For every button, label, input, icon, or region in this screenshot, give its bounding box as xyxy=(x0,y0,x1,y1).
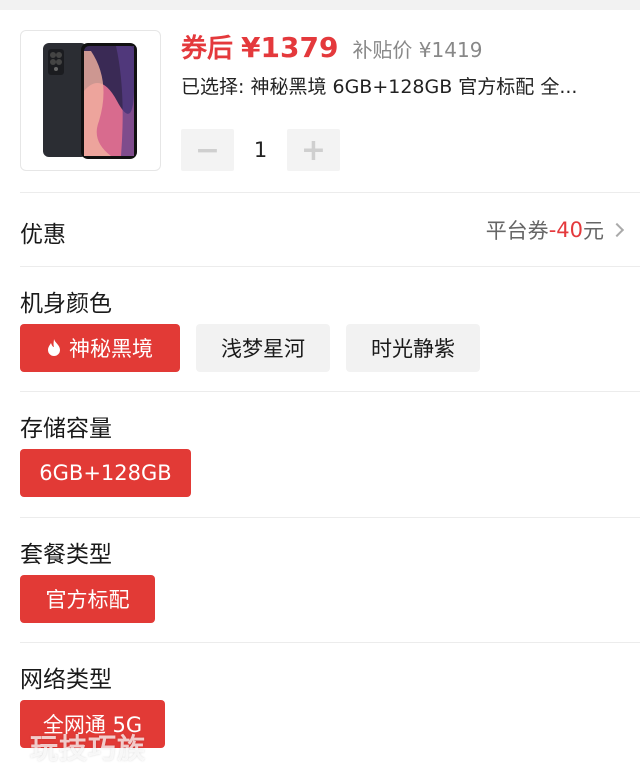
package-options: 官方标配 xyxy=(20,575,155,623)
package-section: 套餐类型 官方标配 xyxy=(0,517,640,642)
promo-row[interactable]: 优惠 平台券 -40 元 xyxy=(0,193,640,265)
color-option-black[interactable]: 神秘黑境 xyxy=(20,324,180,372)
package-option-label: 官方标配 xyxy=(45,588,130,612)
color-option-label: 浅梦星河 xyxy=(221,337,305,361)
product-summary: 券后 ¥1379 补贴价 ¥1419 已选择: 神秘黑境 6GB+128GB 官… xyxy=(0,10,640,192)
storage-section: 存储容量 6GB+128GB xyxy=(0,391,640,516)
product-thumbnail xyxy=(20,30,161,171)
coupon-price: ¥1379 xyxy=(241,31,339,64)
color-section: 机身颜色 神秘黑境 浅梦星河 时光静紫 xyxy=(0,266,640,391)
price-row: 券后 ¥1379 补贴价 ¥1419 xyxy=(181,28,483,64)
quantity-value[interactable]: 1 xyxy=(234,138,287,162)
top-strip xyxy=(0,0,640,10)
color-option-label: 神秘黑境 xyxy=(69,337,153,361)
storage-option-label: 6GB+128GB xyxy=(39,461,172,485)
package-option-standard[interactable]: 官方标配 xyxy=(20,575,155,623)
color-options: 神秘黑境 浅梦星河 时光静紫 xyxy=(20,324,480,372)
package-section-title: 套餐类型 xyxy=(20,542,112,568)
color-option-starry[interactable]: 浅梦星河 xyxy=(196,324,330,372)
watermark: 玩技巧族 xyxy=(30,732,147,765)
minus-icon: − xyxy=(194,132,221,168)
color-option-label: 时光静紫 xyxy=(371,337,455,361)
storage-section-title: 存储容量 xyxy=(20,416,112,442)
flame-icon xyxy=(48,339,60,356)
selected-spec: 已选择: 神秘黑境 6GB+128GB 官方标配 全... xyxy=(181,76,578,98)
plus-icon: + xyxy=(300,132,327,168)
storage-options: 6GB+128GB xyxy=(20,449,191,497)
quantity-stepper: − 1 + xyxy=(181,129,340,171)
subsidy-price: 补贴价 ¥1419 xyxy=(352,38,483,62)
coupon-info[interactable]: 平台券 -40 元 xyxy=(485,215,625,245)
promo-label: 优惠 xyxy=(20,222,66,248)
chevron-right-icon xyxy=(609,222,625,238)
decrement-button[interactable]: − xyxy=(181,129,234,171)
coupon-amount: -40 xyxy=(548,218,583,242)
color-option-purple[interactable]: 时光静紫 xyxy=(346,324,480,372)
price-prefix: 券后 xyxy=(181,34,234,64)
storage-option-6-128[interactable]: 6GB+128GB xyxy=(20,449,191,497)
color-section-title: 机身颜色 xyxy=(20,291,112,317)
coupon-label: 平台券 xyxy=(485,219,549,243)
coupon-unit: 元 xyxy=(583,219,604,243)
increment-button[interactable]: + xyxy=(287,129,340,171)
phone-image xyxy=(43,43,137,159)
network-section-title: 网络类型 xyxy=(20,667,112,693)
